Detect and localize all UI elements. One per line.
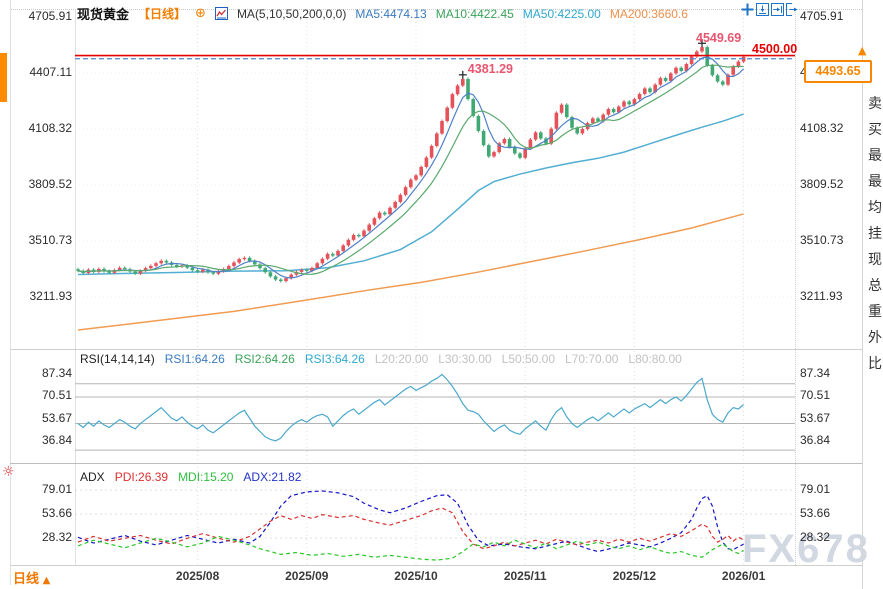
ma10-value: MA10:4422.45 [436,7,514,21]
rsi3-value: RSI3:64.26 [305,352,365,366]
add-indicator-icon[interactable]: ⊕ [195,6,206,21]
chart-header: 现货黄金 【日线】 ⊕ MA(5,10,50,200,0,0) MA5:4474… [77,4,688,23]
side-menu-item[interactable]: 挂 [868,223,883,243]
timeframe-selector[interactable]: 日线 ▲ [13,568,50,587]
peak-price-label-4381: 4381.29 [468,62,513,76]
exit-fullscreen-icon[interactable] [786,3,799,16]
rsi-axis-label: 87.34 [2,366,72,380]
side-menu-item[interactable]: 卖 [868,93,883,113]
side-menu-item[interactable]: 最 [868,145,883,165]
adx-header: ADX PDI:26.39 MDI:15.20 ADX:21.82 [80,470,301,484]
rsi-l70: L70:70.00 [565,352,618,366]
x-axis-label: 2026/01 [722,569,765,583]
rsi-axis-label: 36.84 [2,433,72,447]
rsi-axis-label: 53.67 [2,411,72,425]
rsi-axis-label: 87.34 [800,366,830,380]
symbol-name: 现货黄金 [77,4,129,23]
side-menu-item[interactable]: 现 [868,249,883,269]
adx-axis-label: 53.66 [800,506,830,520]
rsi-l30: L30:30.00 [438,352,491,366]
rsi1-value: RSI1:64.26 [165,352,225,366]
price-axis-label: 4705.91 [2,9,72,23]
rsi-l50: L50:50.00 [502,352,555,366]
rsi-axis-label: 70.51 [2,388,72,402]
rsi-l20: L20:20.00 [375,352,428,366]
side-menu-item[interactable]: 外 [868,327,883,347]
price-axis-label: 4108.32 [800,121,843,135]
rsi-axis-label: 53.67 [800,411,830,425]
rsi-pane[interactable] [75,351,795,466]
adx-axis-label: 28.32 [2,530,72,544]
price-axis-label: 3809.52 [2,177,72,191]
side-menu-item[interactable]: 重 [868,301,883,321]
adx-axis-label: 28.32 [800,530,830,544]
x-axis-label: 2025/11 [504,569,547,583]
right-strip-divider [862,0,863,589]
price-axis-label: 4108.32 [2,121,72,135]
rsi-title: RSI(14,14,14) [80,352,155,366]
adx-value: ADX:21.82 [243,470,301,484]
rsi-axis-label: 70.51 [800,388,830,402]
ma-definition: MA(5,10,50,200,0,0) [237,7,346,21]
x-axis-label: 2025/09 [285,569,328,583]
pdi-value: PDI:26.39 [115,470,168,484]
main-chart-pane[interactable] [75,10,795,352]
indicator-settings-icon[interactable]: ☼ [2,464,15,480]
trading-chart-window: ☼ 现货黄金 【日线】 ⊕ MA(5,10,50,200,0,0) MA5:44… [0,0,883,589]
price-axis-label: 3809.52 [800,177,843,191]
fit-x-axis-icon[interactable] [771,3,784,16]
rsi-header: RSI(14,14,14) RSI1:64.26 RSI2:64.26 RSI3… [80,352,682,366]
side-menu-item[interactable]: 最 [868,171,883,191]
x-axis-label: 2025/08 [176,569,219,583]
resistance-level-label: 4500.00 [752,42,797,56]
x-axis-label: 2025/12 [613,569,656,583]
ma5-value: MA5:4474.13 [355,7,426,21]
rsi2-value: RSI2:64.26 [235,352,295,366]
current-price-box: 4493.65 [804,60,872,83]
price-axis-label: 3211.93 [2,289,72,303]
fit-y-axis-icon[interactable] [756,3,769,16]
ma200-value: MA200:3660.6 [610,7,688,21]
price-up-arrow-icon: ▲ [858,44,866,57]
peak-price-label-4549: 4549.69 [696,31,741,45]
adx-axis-label: 79.01 [2,482,72,496]
rsi-l80: L80:80.00 [628,352,681,366]
price-axis-label: 4407.11 [2,65,72,79]
price-axis-label: 3510.73 [2,233,72,247]
side-menu-item[interactable]: 买 [868,119,883,139]
mdi-value: MDI:15.20 [178,470,233,484]
x-axis-label: 2025/10 [394,569,437,583]
adx-title: ADX [80,470,105,484]
pane-right-border [795,10,796,565]
price-axis-label: 4705.91 [800,9,843,23]
pan-crosshair-icon[interactable] [741,3,754,16]
timeframe-label[interactable]: 【日线】 [138,5,186,22]
price-axis-label: 3510.73 [800,233,843,247]
chart-toolbar [741,3,799,16]
right-side-menu: 卖买最最均挂现总重外比 [866,0,883,589]
side-menu-item[interactable]: 比 [868,353,883,373]
chart-type-icon[interactable] [215,7,228,20]
adx-axis-label: 53.66 [2,506,72,520]
ma50-value: MA50:4225.00 [523,7,601,21]
side-menu-item[interactable]: 均 [868,197,883,217]
rsi-axis-label: 36.84 [800,433,830,447]
side-menu-item[interactable]: 总 [868,275,883,295]
price-axis-label: 3211.93 [800,289,843,303]
adx-axis-label: 79.01 [800,482,830,496]
